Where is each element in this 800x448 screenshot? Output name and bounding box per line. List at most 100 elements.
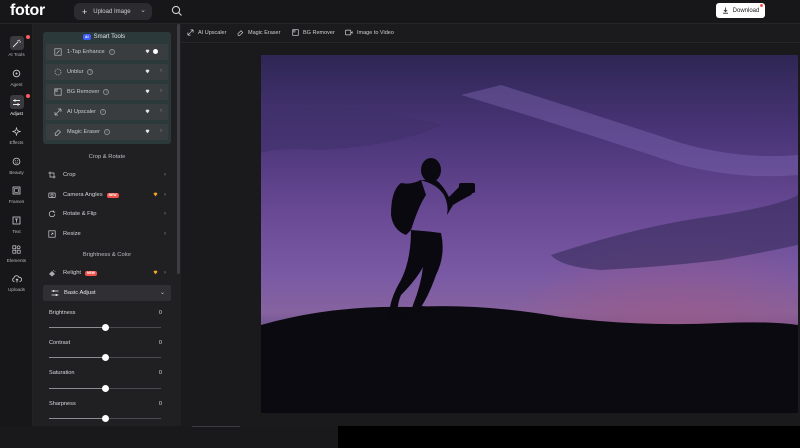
- sharpness-label: Sharpness: [49, 401, 76, 407]
- left-icon-rail: AI Tools Agent Adjust Effects Beauty Fra…: [0, 24, 33, 448]
- brightness-value: 0: [158, 310, 162, 316]
- chevron-right-icon: ›: [164, 192, 166, 198]
- quick-tool-ai-upscaler[interactable]: AI Upscaler: [187, 29, 226, 36]
- premium-diamond-icon: [145, 69, 150, 74]
- saturation-slider[interactable]: [49, 385, 161, 392]
- smart-tool-1-tap-enhance[interactable]: 1-Tap Enhance ?: [46, 44, 168, 60]
- smart-tool-label: Unblur: [67, 69, 84, 75]
- help-icon[interactable]: ?: [99, 109, 106, 115]
- rail-label: Beauty: [9, 170, 24, 175]
- quick-tool-image-to-video[interactable]: Image to Video: [345, 29, 394, 36]
- enhance-toggle[interactable]: [153, 49, 158, 54]
- upload-image-button[interactable]: + Upload Image ⌄: [74, 3, 152, 20]
- edited-photo[interactable]: [261, 55, 798, 413]
- video-icon: [345, 29, 353, 36]
- tool-crop[interactable]: Crop ›: [48, 169, 166, 181]
- quick-tool-magic-eraser[interactable]: Magic Eraser: [237, 29, 280, 36]
- rail-item-adjust[interactable]: Adjust: [0, 93, 33, 121]
- rail-item-frames[interactable]: Frames: [0, 181, 33, 209]
- new-badge-dot: [26, 35, 30, 39]
- chevron-right-icon: ›: [164, 172, 166, 178]
- new-badge: NEW: [85, 270, 97, 276]
- premium-diamond-icon: [153, 192, 158, 197]
- tool-resize[interactable]: Resize ›: [48, 228, 166, 240]
- face-icon: [10, 154, 24, 168]
- smart-tool-bg-remover[interactable]: BG Remover ? ›: [46, 84, 168, 100]
- search-icon[interactable]: [170, 4, 184, 18]
- slider-fill: [49, 327, 105, 328]
- plus-icon: +: [82, 6, 88, 17]
- fotor-logo[interactable]: fotor: [10, 2, 45, 20]
- saturation-value: 0: [158, 370, 162, 376]
- eraser-icon: [237, 30, 244, 36]
- slider-knob[interactable]: [101, 324, 109, 331]
- eraser-icon: [54, 129, 61, 136]
- tool-label: Crop: [63, 172, 76, 178]
- rail-item-ai-tools[interactable]: AI Tools: [0, 34, 33, 62]
- basic-adjust-label: Basic Adjust: [64, 290, 96, 296]
- quick-tool-bg-remover[interactable]: BG Remover: [292, 29, 335, 36]
- help-icon[interactable]: ?: [103, 129, 110, 135]
- rail-item-effects[interactable]: Effects: [0, 122, 33, 150]
- smart-tool-label: BG Remover: [67, 89, 100, 95]
- slider-fill: [49, 418, 105, 419]
- basic-adjust-header[interactable]: Basic Adjust ⌄: [43, 285, 171, 301]
- quick-tool-label: AI Upscaler: [198, 29, 227, 36]
- crop-icon: [48, 171, 56, 179]
- smart-tool-magic-eraser[interactable]: Magic Eraser ? ›: [46, 124, 168, 140]
- bg-remove-icon: [54, 88, 62, 96]
- download-label: Download: [732, 7, 760, 14]
- rail-label: Uploads: [8, 287, 25, 292]
- resize-icon: [48, 230, 56, 238]
- contrast-slider[interactable]: [49, 354, 161, 361]
- panel-scrollbar[interactable]: [177, 24, 180, 274]
- brightness-slider[interactable]: [49, 324, 161, 331]
- frame-icon: [10, 183, 24, 197]
- ai-badge: AI: [83, 34, 91, 40]
- chevron-up-icon: ⌄: [159, 290, 165, 296]
- tool-rotate-flip[interactable]: Rotate & Flip ›: [48, 208, 166, 220]
- smart-tool-unblur[interactable]: Unblur ? ›: [46, 64, 168, 80]
- slider-knob[interactable]: [101, 354, 109, 361]
- premium-diamond-icon: [145, 49, 150, 54]
- premium-diamond-icon: [145, 109, 150, 114]
- rail-item-elements[interactable]: Elements: [0, 240, 33, 268]
- notification-dot: [760, 4, 763, 7]
- slider-fill: [49, 357, 105, 358]
- smart-tool-label: AI Upscaler: [67, 109, 96, 115]
- upload-image-label: Upload Image: [93, 8, 131, 15]
- help-icon[interactable]: ?: [103, 89, 110, 95]
- tool-relight[interactable]: Relight NEW ›: [48, 267, 166, 279]
- download-button[interactable]: Download: [716, 3, 765, 18]
- sliders-icon: [51, 290, 59, 296]
- tool-camera-angles[interactable]: Camera Angles NEW ›: [48, 189, 166, 201]
- help-icon[interactable]: ?: [108, 49, 115, 55]
- contrast-value: 0: [158, 340, 162, 346]
- text-icon: [10, 213, 24, 227]
- sharpness-slider[interactable]: [49, 415, 161, 422]
- upscale-icon: [187, 29, 194, 36]
- bottom-panel: [338, 426, 800, 448]
- slider-knob[interactable]: [101, 385, 109, 392]
- editor-canvas[interactable]: [181, 43, 800, 426]
- premium-diamond-icon: [145, 129, 150, 134]
- smart-tools-title: AI Smart Tools: [83, 34, 125, 40]
- premium-diamond-icon: [145, 89, 150, 94]
- rail-item-text[interactable]: Text: [0, 211, 33, 239]
- slider-knob[interactable]: [101, 415, 109, 422]
- smart-tool-ai-upscaler[interactable]: AI Upscaler ? ›: [46, 104, 168, 120]
- rail-item-beauty[interactable]: Beauty: [0, 152, 33, 180]
- download-icon: [722, 7, 728, 14]
- chevron-right-icon: ›: [164, 231, 166, 237]
- new-badge: NEW: [106, 192, 119, 198]
- rail-item-uploads[interactable]: Uploads: [0, 269, 33, 297]
- help-icon[interactable]: ?: [87, 69, 94, 75]
- slider-fill: [49, 388, 105, 389]
- cloud-upload-icon: [10, 271, 24, 285]
- shapes-icon: [10, 242, 24, 256]
- tool-label: Resize: [63, 231, 81, 237]
- chevron-right-icon: ›: [160, 68, 162, 74]
- rail-label: Elements: [6, 258, 27, 263]
- rail-item-agent[interactable]: Agent: [0, 64, 33, 92]
- enhance-icon: [54, 48, 62, 56]
